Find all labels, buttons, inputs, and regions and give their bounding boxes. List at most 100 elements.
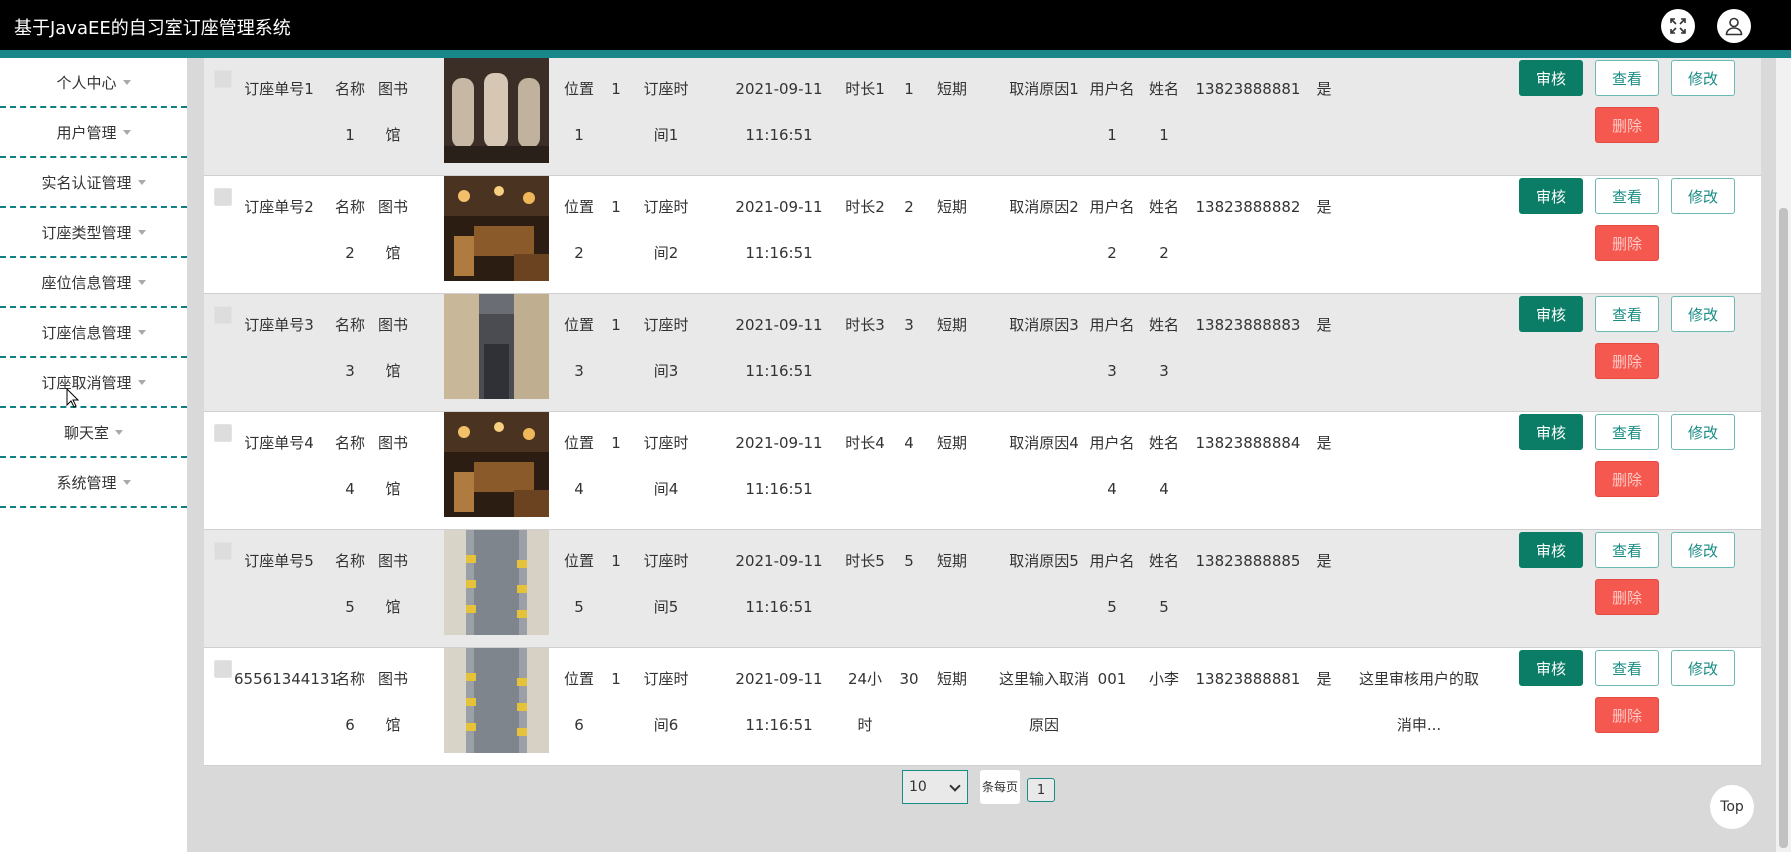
fullscreen-button[interactable] (1661, 9, 1695, 43)
cell-time-label-a: 订座时 (643, 316, 689, 334)
edit-button[interactable]: 修改 (1671, 532, 1735, 568)
cell-order-no: 订座单号5 (244, 552, 314, 570)
sidebar-item-personal-center[interactable]: 个人中心 (0, 58, 187, 108)
delete-button[interactable]: 删除 (1595, 343, 1659, 379)
app-title: 基于JavaEE的自习室订座管理系统 (14, 18, 291, 39)
chevron-down-icon (949, 780, 961, 792)
cell-date: 2021-09-11 (735, 80, 823, 98)
cell-fname-b: 4 (1159, 480, 1169, 498)
sidebar-item-seat-info-management[interactable]: 座位信息管理 (0, 258, 187, 308)
delete-button[interactable]: 删除 (1595, 579, 1659, 615)
page-size-select[interactable]: 10 (902, 770, 968, 804)
view-button[interactable]: 查看 (1595, 296, 1659, 332)
delete-button[interactable]: 删除 (1595, 107, 1659, 143)
expand-icon (1670, 18, 1686, 34)
edit-button[interactable]: 修改 (1671, 414, 1735, 450)
cell-n1: 1 (611, 316, 621, 334)
caret-down-icon (122, 129, 131, 135)
row-checkbox[interactable] (214, 188, 232, 206)
cell-date: 2021-09-11 (735, 198, 823, 216)
cell-name-b: 3 (345, 362, 355, 380)
edit-button[interactable]: 修改 (1671, 178, 1735, 214)
delete-button[interactable]: 删除 (1595, 225, 1659, 261)
cell-n1: 1 (611, 198, 621, 216)
edit-button[interactable]: 修改 (1671, 60, 1735, 96)
back-to-top-button[interactable]: Top (1710, 785, 1754, 829)
table-row: 65561344131 名称 6 图书馆 位置 6 1 订座时 间6 2021-09-11 11:1… (204, 648, 1761, 766)
cell-name-b: 2 (345, 244, 355, 262)
sidebar: 个人中心 用户管理 实名认证管理 订座类型管理 座位信息管理 订座信息管理 订座… (0, 58, 187, 852)
cell-pos-a: 位置 (563, 316, 594, 334)
cell-date: 2021-09-11 (735, 434, 823, 452)
seat-photo (444, 294, 549, 399)
sidebar-item-booking-type-management[interactable]: 订座类型管理 (0, 208, 187, 258)
cell-time: 11:16:51 (745, 244, 813, 262)
page-number-button[interactable]: 1 (1027, 778, 1055, 802)
delete-button[interactable]: 删除 (1595, 461, 1659, 497)
cell-name-b: 6 (345, 716, 355, 734)
view-button[interactable]: 查看 (1595, 532, 1659, 568)
audit-button[interactable]: 审核 (1519, 296, 1583, 332)
sidebar-item-label: 座位信息管理 (41, 273, 132, 292)
user-icon (1725, 17, 1743, 36)
audit-button[interactable]: 审核 (1519, 650, 1583, 686)
cell-lib-a: 图书 (377, 80, 408, 98)
pagination: 10 条每页 1 (0, 770, 1791, 810)
delete-button[interactable]: 删除 (1595, 697, 1659, 733)
cell-fname-a: 姓名 (1148, 434, 1179, 452)
cell-fname-b: 5 (1159, 598, 1169, 616)
page-size-value: 10 (909, 779, 927, 795)
sidebar-item-verification-management[interactable]: 实名认证管理 (0, 158, 187, 208)
cell-fname-a: 姓名 (1148, 552, 1179, 570)
cell-phone: 13823888882 (1195, 198, 1301, 216)
sidebar-item-chat-room[interactable]: 聊天室 (0, 408, 187, 458)
edit-button[interactable]: 修改 (1671, 296, 1735, 332)
row-checkbox[interactable] (214, 424, 232, 442)
cell-dur-n: 1 (904, 80, 914, 98)
sidebar-item-booking-cancel-management[interactable]: 订座取消管理 (0, 358, 187, 408)
audit-button[interactable]: 审核 (1519, 414, 1583, 450)
cell-fname-b: 1 (1159, 126, 1169, 144)
cell-term: 短期 (936, 434, 967, 452)
cell-order-no: 65561344131 (234, 670, 339, 688)
sidebar-item-label: 个人中心 (56, 73, 117, 92)
cell-term: 短期 (936, 80, 967, 98)
row-checkbox[interactable] (214, 660, 232, 678)
cell-dur-n: 3 (904, 316, 914, 334)
cell-reply-a: 这里审核用户的取 (1358, 670, 1479, 688)
seat-photo (444, 648, 549, 753)
per-page-label: 条每页 (980, 770, 1020, 804)
sidebar-item-label: 订座类型管理 (41, 223, 132, 242)
view-button[interactable]: 查看 (1595, 178, 1659, 214)
cell-pos-b: 6 (574, 716, 584, 734)
audit-button[interactable]: 审核 (1519, 532, 1583, 568)
cell-term: 短期 (936, 198, 967, 216)
row-checkbox[interactable] (214, 542, 232, 560)
caret-down-icon (137, 229, 146, 235)
cell-lib-b: 馆 (385, 244, 401, 262)
row-checkbox[interactable] (214, 70, 232, 88)
view-button[interactable]: 查看 (1595, 60, 1659, 96)
user-profile-button[interactable] (1717, 9, 1751, 43)
cell-dur-a: 时长5 (845, 552, 885, 570)
cell-name-a: 名称 (334, 434, 365, 452)
sidebar-item-user-management[interactable]: 用户管理 (0, 108, 187, 158)
cell-user-a: 用户名 (1089, 198, 1135, 216)
row-checkbox[interactable] (214, 306, 232, 324)
audit-button[interactable]: 审核 (1519, 178, 1583, 214)
sidebar-item-label: 订座信息管理 (41, 323, 132, 342)
cell-term: 短期 (936, 670, 967, 688)
cell-dur-n: 30 (899, 670, 919, 688)
audit-button[interactable]: 审核 (1519, 60, 1583, 96)
sidebar-item-system-management[interactable]: 系统管理 (0, 458, 187, 508)
scrollbar[interactable] (1776, 58, 1791, 852)
cell-time-label-b: 间6 (653, 716, 679, 734)
cell-pos-a: 位置 (563, 434, 594, 452)
edit-button[interactable]: 修改 (1671, 650, 1735, 686)
cell-user-a: 001 (1097, 670, 1127, 688)
view-button[interactable]: 查看 (1595, 414, 1659, 450)
scrollbar-thumb[interactable] (1779, 208, 1788, 848)
cell-user-b: 4 (1107, 480, 1117, 498)
view-button[interactable]: 查看 (1595, 650, 1659, 686)
sidebar-item-booking-info-management[interactable]: 订座信息管理 (0, 308, 187, 358)
